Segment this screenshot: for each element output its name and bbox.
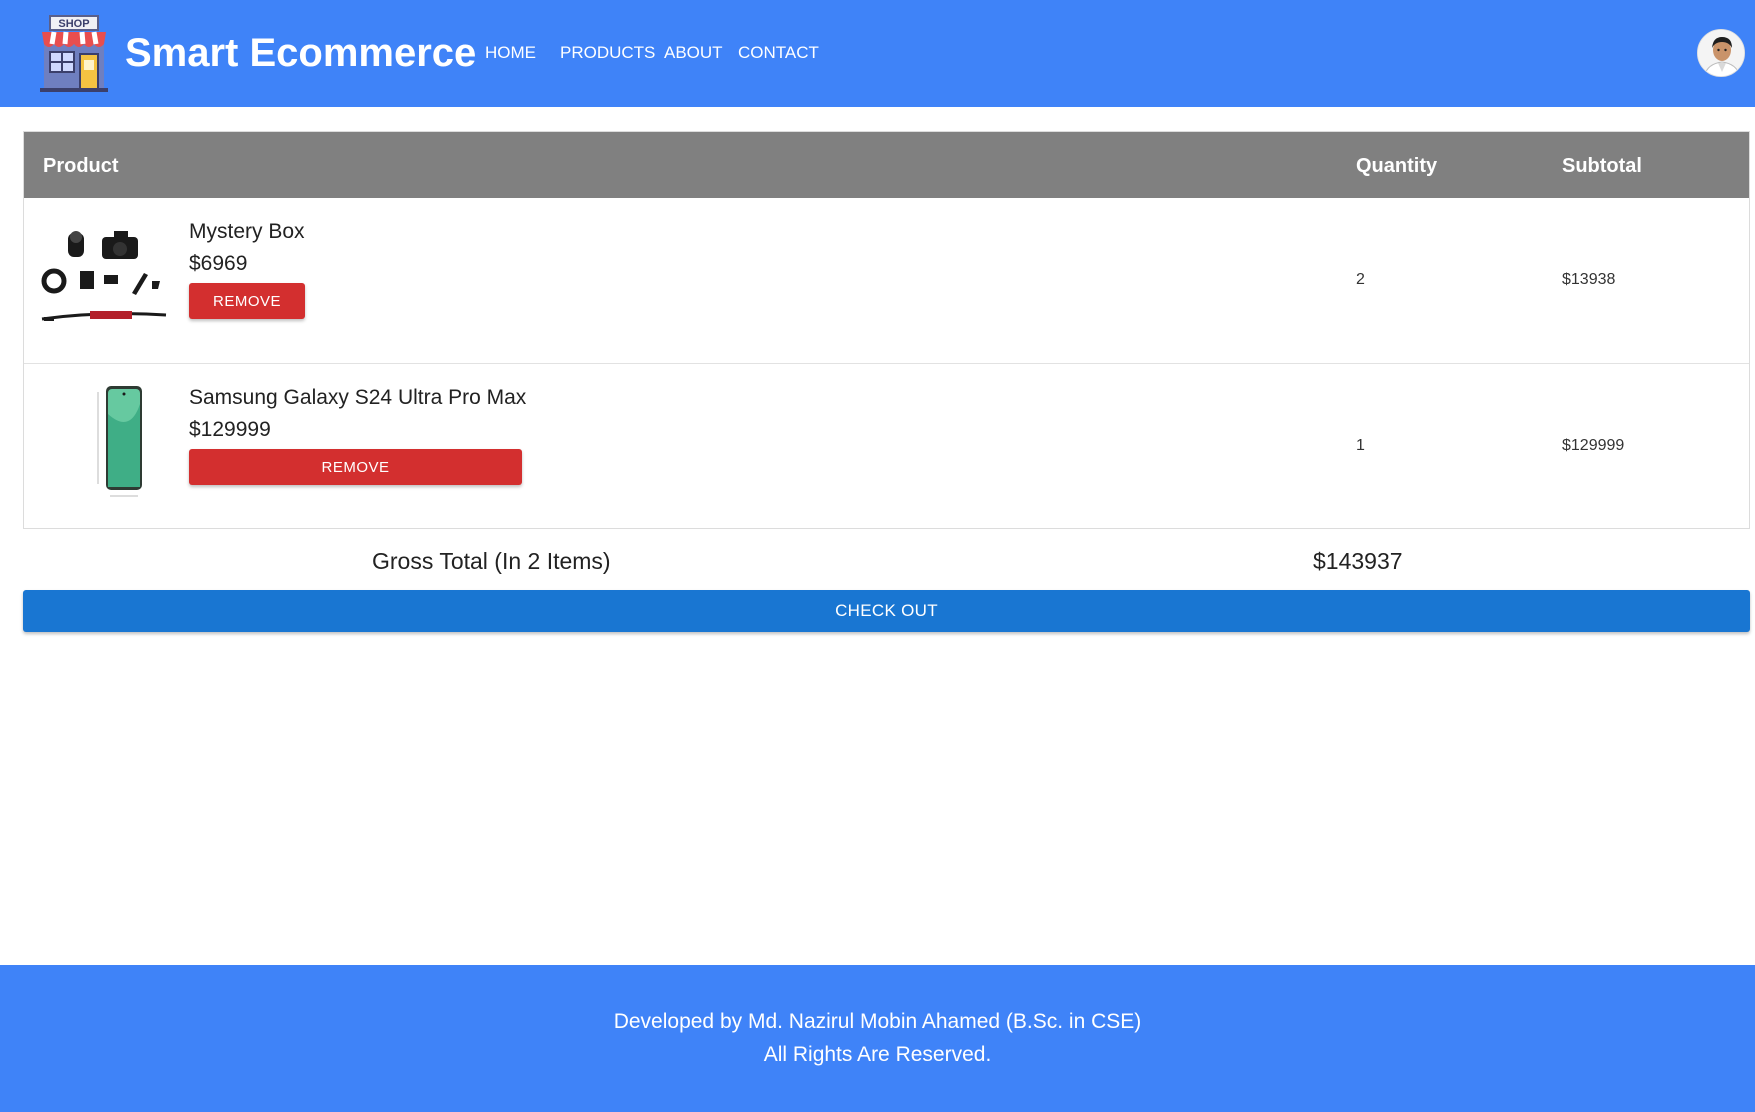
gross-total-label: Gross Total (In 2 Items) bbox=[372, 548, 611, 574]
nav-contact[interactable]: CONTACT bbox=[738, 42, 819, 64]
column-subtotal: Subtotal bbox=[1562, 155, 1642, 177]
footer-credit: Developed by Md. Nazirul Mobin Ahamed (B… bbox=[613, 1010, 1142, 1033]
svg-text:SHOP: SHOP bbox=[58, 18, 89, 30]
item-quantity: 1 bbox=[1356, 437, 1365, 454]
remove-button[interactable]: REMOVE bbox=[189, 449, 522, 485]
product-name: Mystery Box bbox=[189, 220, 305, 243]
footer-rights: All Rights Are Reserved. bbox=[763, 1043, 992, 1066]
nav-about[interactable]: ABOUT bbox=[664, 42, 723, 64]
product-price: $6969 bbox=[189, 252, 248, 275]
item-subtotal: $129999 bbox=[1562, 437, 1625, 454]
nav-products[interactable]: PRODUCTS bbox=[560, 42, 655, 64]
product-name: Samsung Galaxy S24 Ultra Pro Max bbox=[189, 386, 527, 409]
nav-home[interactable]: HOME bbox=[485, 42, 536, 64]
camera-kit-image bbox=[40, 223, 170, 343]
gross-total-value: $143937 bbox=[1313, 548, 1403, 574]
column-product: Product bbox=[43, 155, 119, 177]
table-row: Samsung Galaxy S24 Ultra Pro Max $129999… bbox=[24, 364, 1749, 529]
checkout-button[interactable]: CHECK OUT bbox=[23, 590, 1750, 632]
footer: Developed by Md. Nazirul Mobin Ahamed (B… bbox=[0, 965, 1755, 1112]
top-navbar: SHOP Smart Ecommerce HOME PRODUCTS ABOUT… bbox=[0, 0, 1755, 107]
brand-title[interactable]: Smart Ecommerce bbox=[125, 28, 476, 78]
item-subtotal: $13938 bbox=[1562, 271, 1616, 288]
smartphone-image bbox=[40, 384, 170, 504]
column-quantity: Quantity bbox=[1356, 155, 1438, 177]
remove-button[interactable]: REMOVE bbox=[189, 283, 305, 319]
cart-table-header: Product Quantity Subtotal bbox=[24, 132, 1749, 198]
table-row: Mystery Box $6969 REMOVE 2 $13938 bbox=[24, 198, 1749, 363]
cart-table: Product Quantity Subtotal Mystery Box $6… bbox=[23, 131, 1750, 529]
user-avatar-icon[interactable] bbox=[1697, 29, 1745, 77]
shop-logo-icon[interactable]: SHOP bbox=[38, 14, 110, 92]
item-quantity: 2 bbox=[1356, 271, 1365, 288]
product-price: $129999 bbox=[189, 418, 271, 441]
